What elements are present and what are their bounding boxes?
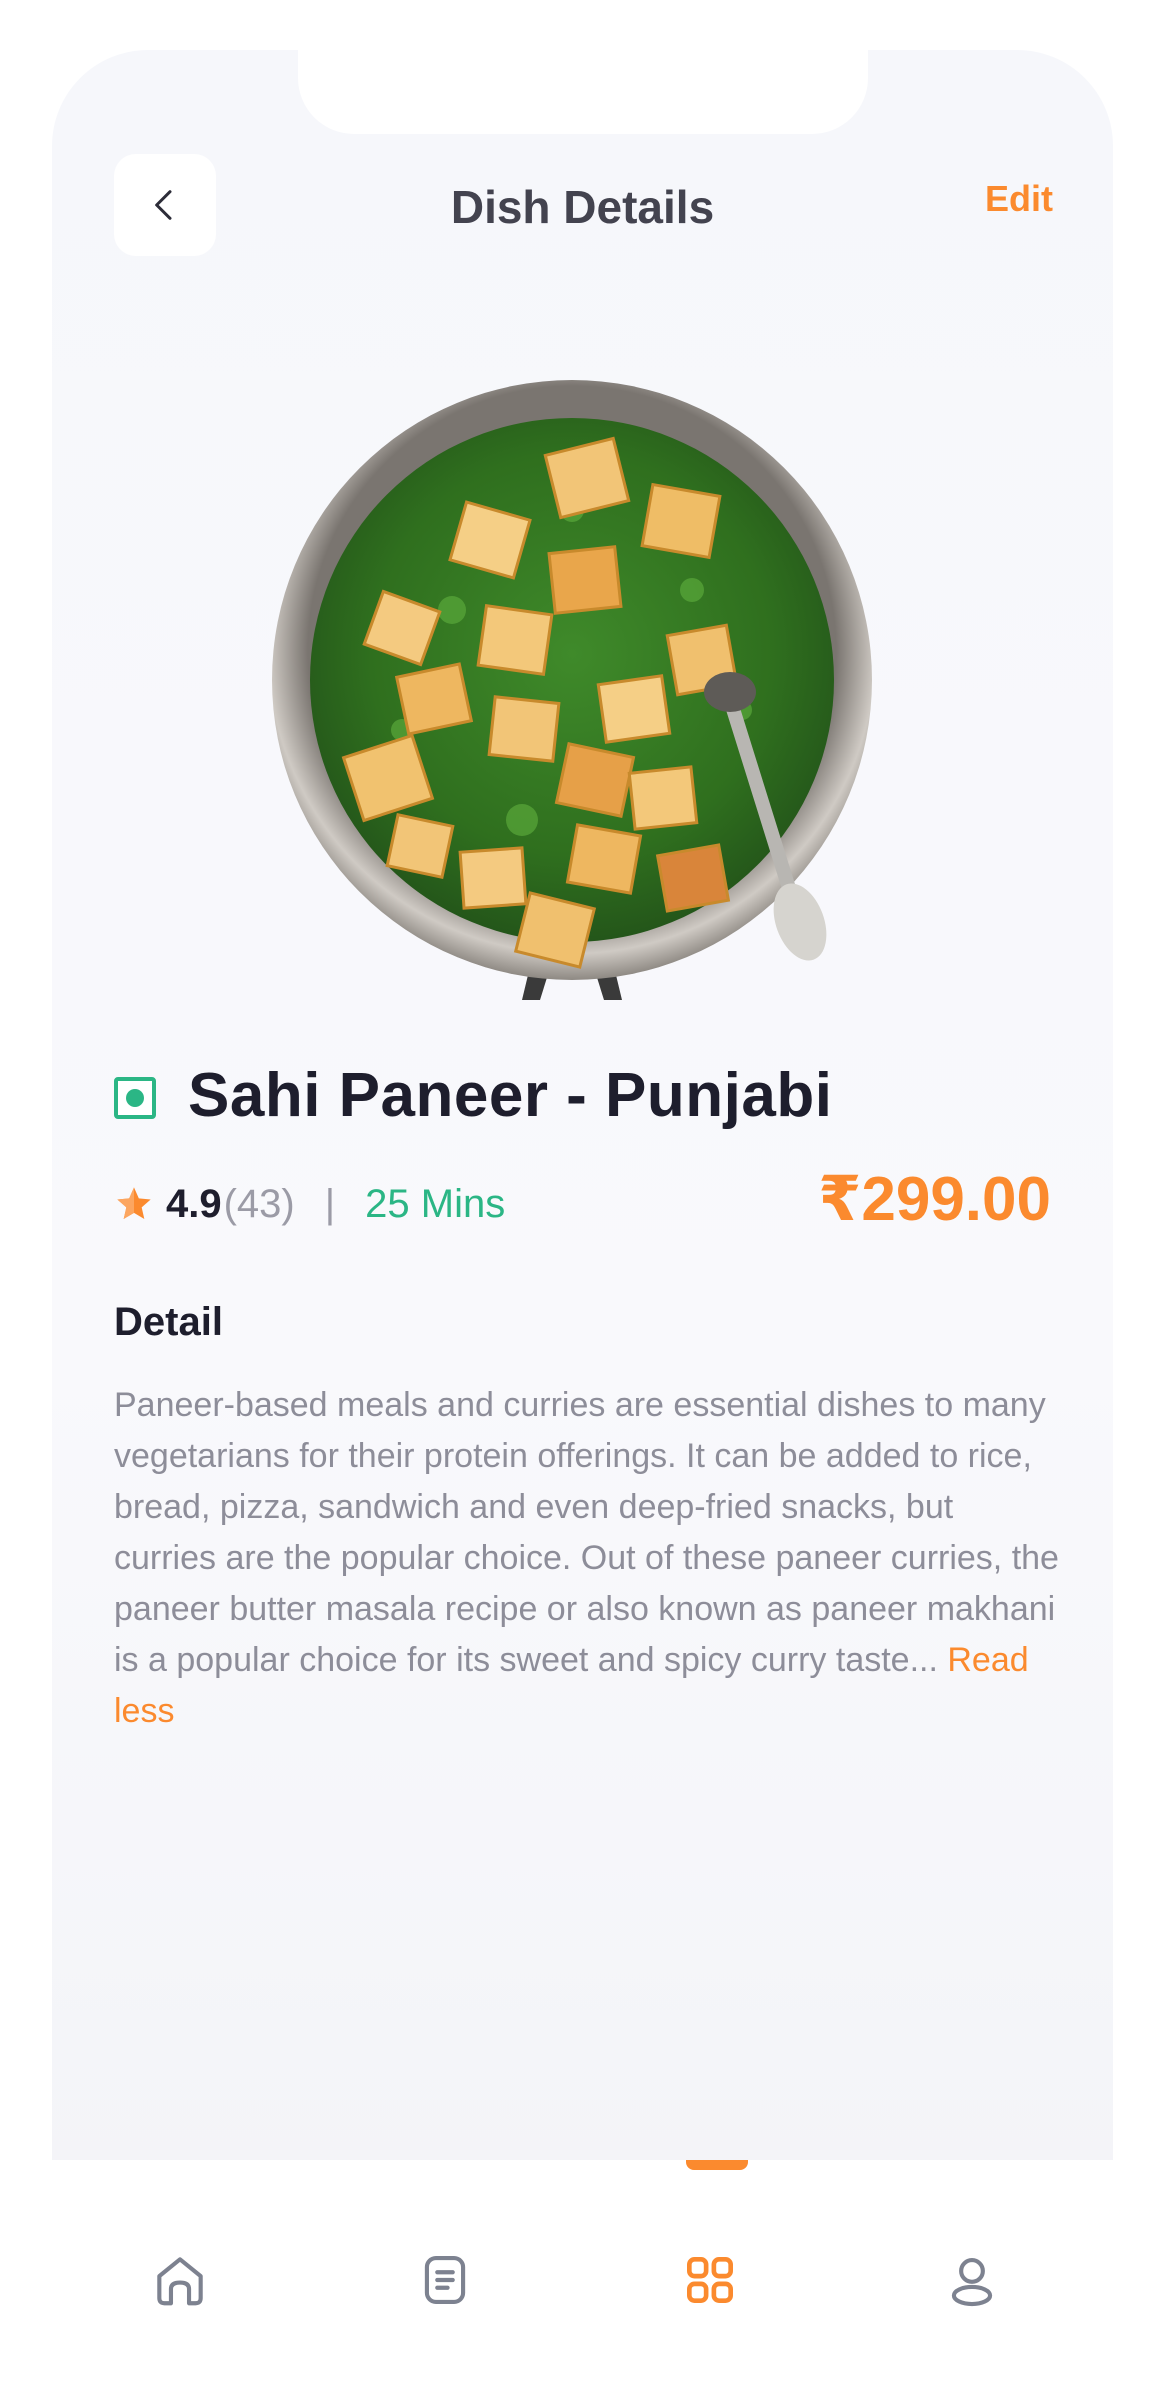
veg-indicator-icon bbox=[114, 1077, 156, 1119]
active-tab-indicator bbox=[686, 2160, 748, 2170]
device-notch bbox=[298, 50, 868, 134]
tab-orders[interactable] bbox=[385, 2220, 505, 2340]
dish-description: Paneer-based meals and curries are essen… bbox=[114, 1380, 1064, 1737]
dish-price: ₹299.00 bbox=[818, 1165, 1051, 1234]
grid-menu-icon bbox=[687, 2257, 733, 2303]
description-text: Paneer-based meals and curries are essen… bbox=[114, 1386, 1059, 1679]
rating-value: 4.9 bbox=[166, 1181, 222, 1226]
tab-menu[interactable] bbox=[650, 2220, 770, 2340]
meta-separator: | bbox=[324, 1181, 336, 1226]
dish-meta-row: 4.9 (43) | 25 Mins bbox=[114, 1174, 505, 1234]
rating-count: (43) bbox=[223, 1181, 295, 1226]
page-title: Dish Details bbox=[450, 181, 715, 233]
edit-button[interactable]: Edit bbox=[985, 178, 1053, 220]
star-icon bbox=[117, 1187, 151, 1219]
prep-time: 25 Mins bbox=[365, 1181, 506, 1226]
phone-screen: Dish Details Edit Sahi Paneer - Punjabi … bbox=[52, 50, 1113, 2230]
detail-heading: Detail bbox=[114, 1300, 223, 1344]
tab-profile[interactable] bbox=[912, 2220, 1032, 2340]
saag-paneer-pan-image bbox=[272, 380, 872, 1000]
profile-icon bbox=[951, 2258, 993, 2307]
tab-home[interactable] bbox=[120, 2220, 240, 2340]
dish-name: Sahi Paneer - Punjabi bbox=[188, 1061, 833, 1130]
orders-list-icon bbox=[424, 2255, 466, 2305]
home-icon bbox=[157, 2257, 203, 2306]
bottom-tab-bar bbox=[0, 2160, 1165, 2400]
